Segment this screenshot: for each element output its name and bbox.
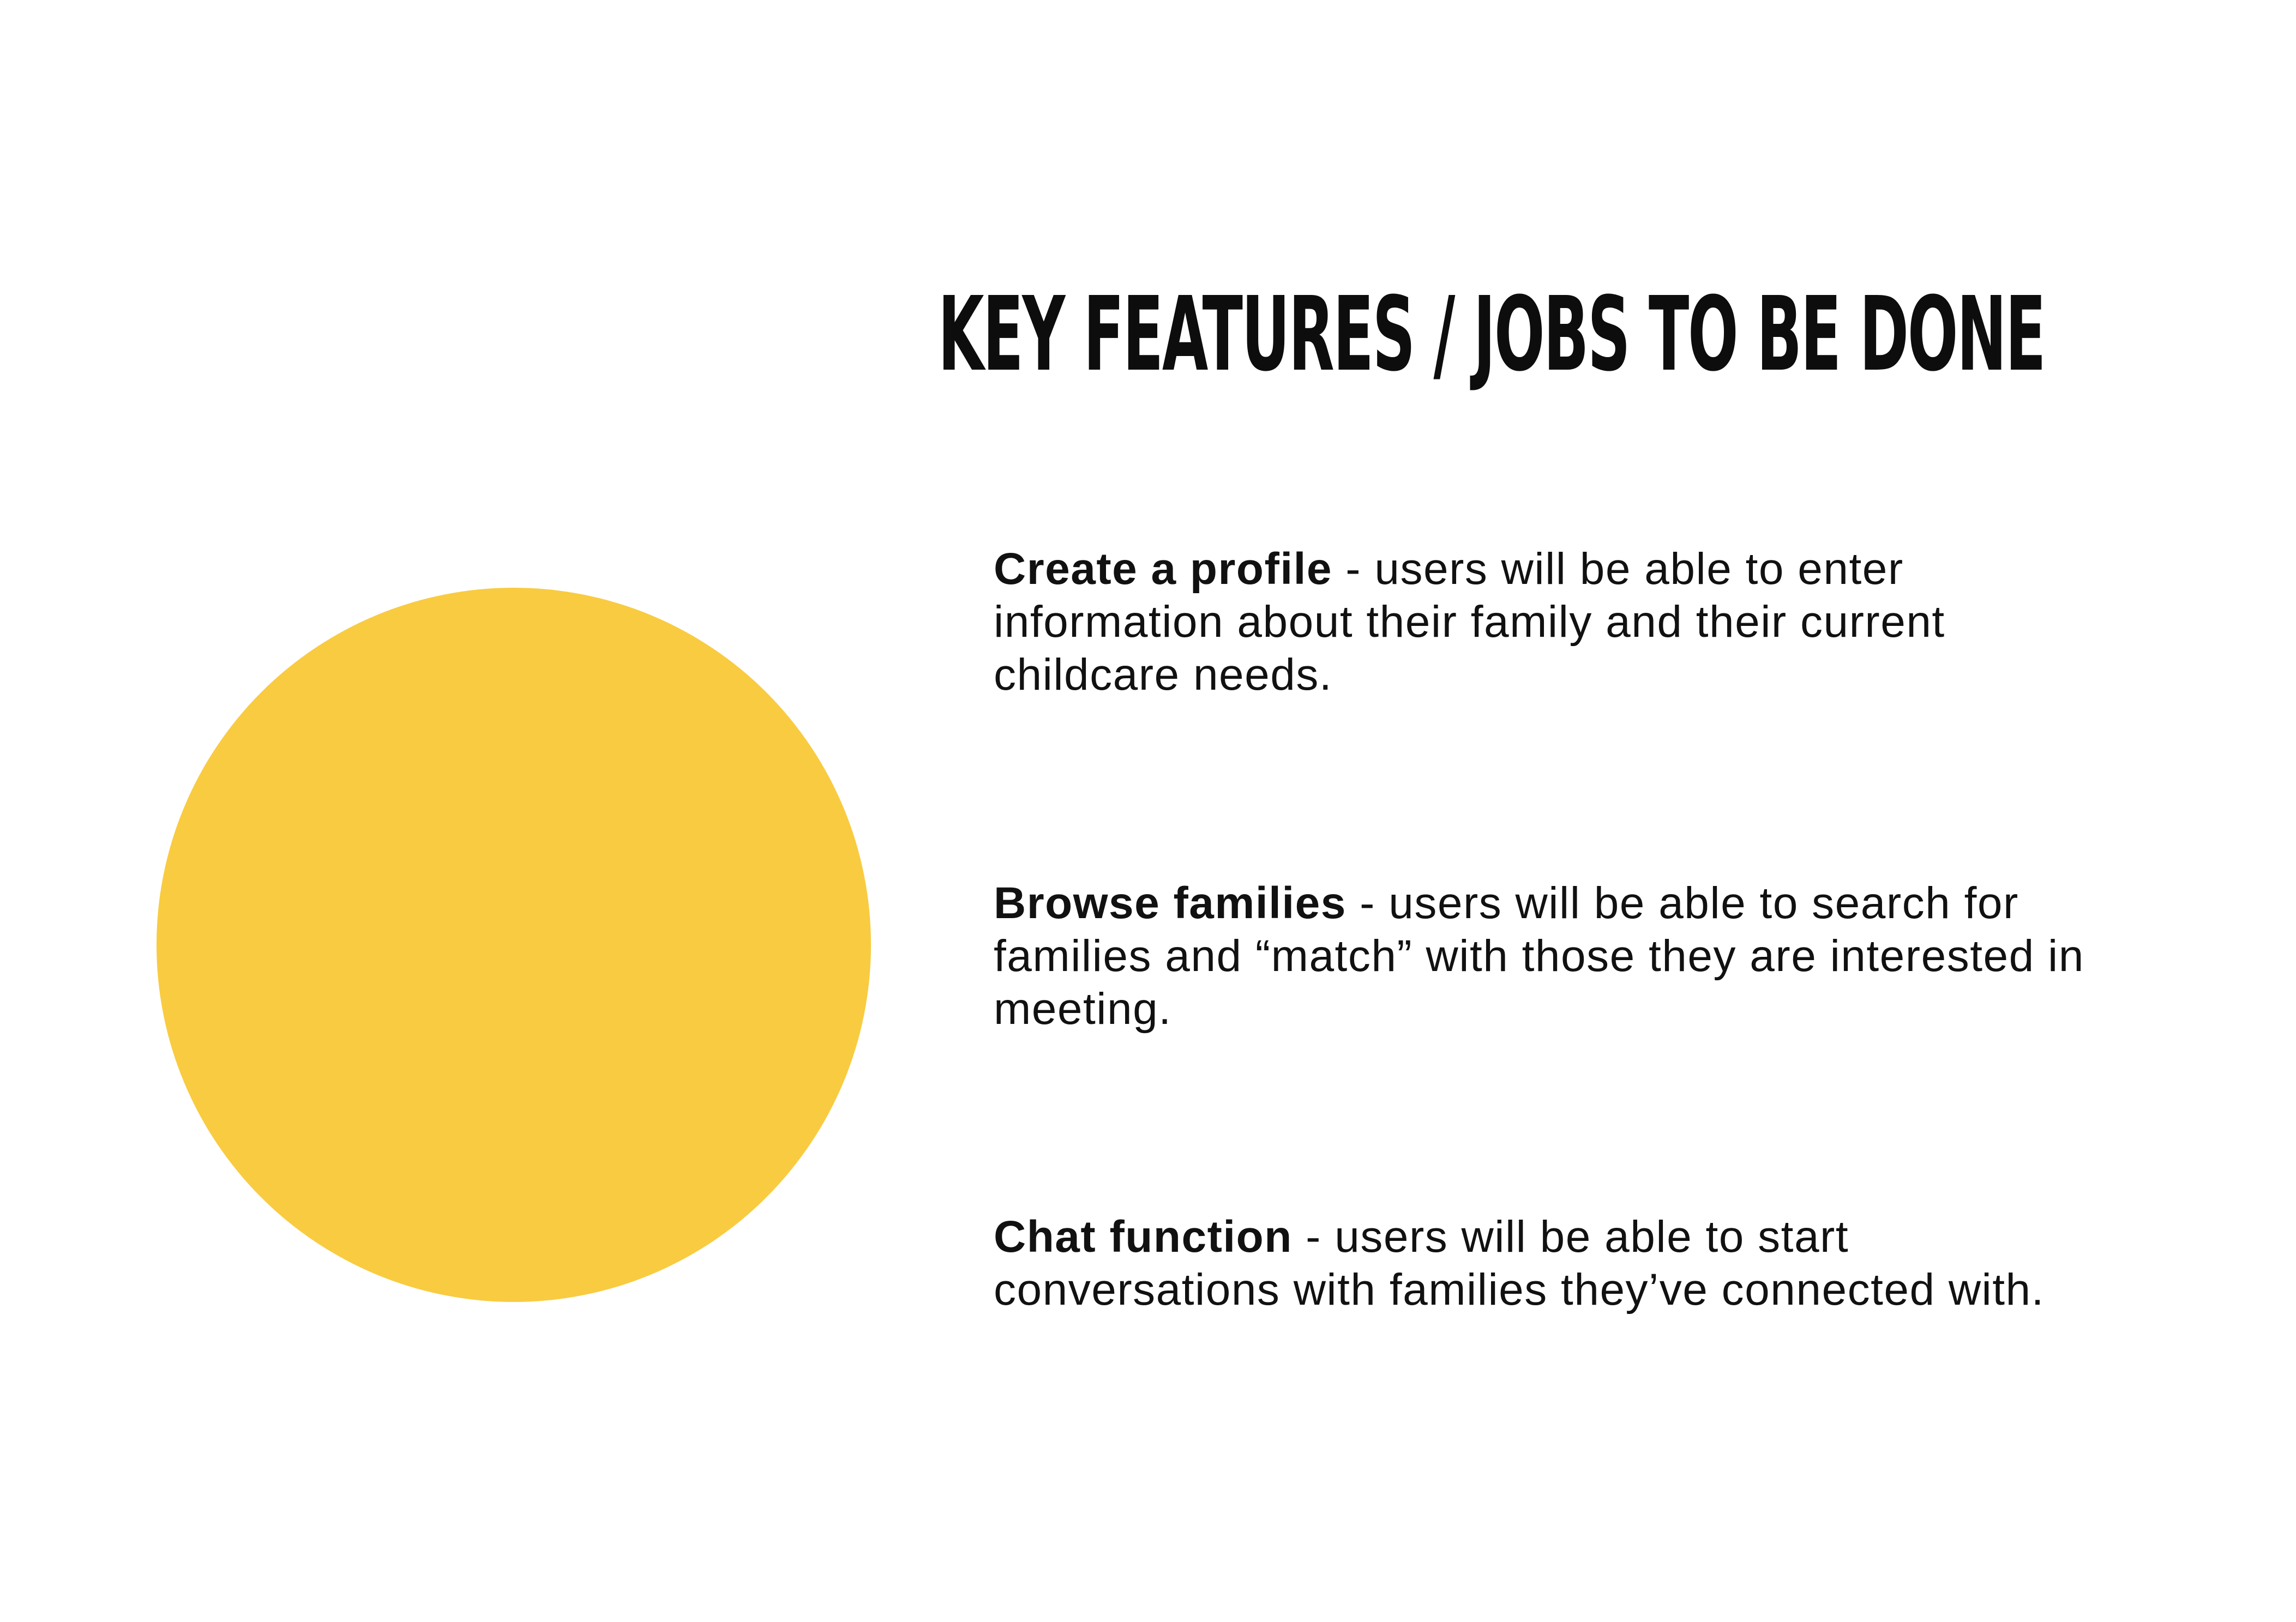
slide: KEY FEATURES / JOBS TO BE DONE Create a … [0, 0, 2296, 1622]
feature-name: Chat function [994, 1212, 1293, 1262]
decorative-circle [157, 588, 871, 1302]
page-title: KEY FEATURES / JOBS TO BE DONE [938, 275, 2046, 394]
feature-item-browse-families: Browse families - users will be able to … [994, 877, 2139, 1035]
feature-item-create-profile: Create a profile - users will be able to… [994, 542, 2139, 701]
feature-name: Browse families [994, 878, 1347, 928]
feature-item-chat-function: Chat function - users will be able to st… [994, 1210, 2139, 1316]
feature-name: Create a profile [994, 544, 1332, 594]
